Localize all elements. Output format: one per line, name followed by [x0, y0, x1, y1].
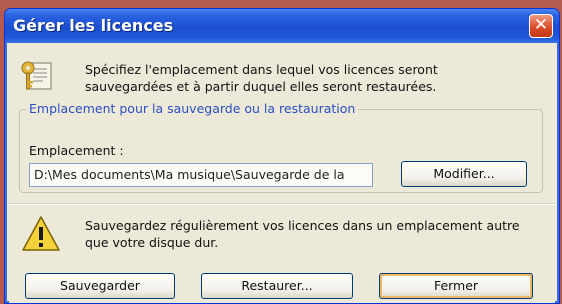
key-document-icon — [21, 61, 52, 90]
modify-button[interactable]: Modifier... — [401, 161, 527, 187]
dialog-body: Spécifiez l'emplacement dans lequel vos … — [9, 43, 555, 303]
save-button[interactable]: Sauvegarder — [25, 273, 175, 299]
warning-text: Sauvegardez régulièrement vos licences d… — [85, 218, 520, 250]
separator — [9, 203, 555, 205]
intro-text: Spécifiez l'emplacement dans lequel vos … — [85, 62, 438, 94]
location-label: Emplacement : — [29, 143, 124, 158]
close-button[interactable]: Fermer — [379, 273, 533, 299]
window-title: Gérer les licences — [13, 16, 174, 35]
manage-licenses-dialog: Gérer les licences ✕ Spécifiez l'emplace… — [4, 8, 560, 304]
restore-button[interactable]: Restaurer... — [201, 273, 353, 299]
location-field[interactable]: D:\Mes documents\Ma musique\Sauvegarde d… — [29, 163, 373, 187]
title-bar[interactable]: Gérer les licences ✕ — [5, 9, 559, 43]
location-group-legend: Emplacement pour la sauvegarde ou la res… — [26, 101, 359, 116]
warning-icon — [22, 216, 60, 251]
close-window-button[interactable]: ✕ — [529, 14, 553, 38]
